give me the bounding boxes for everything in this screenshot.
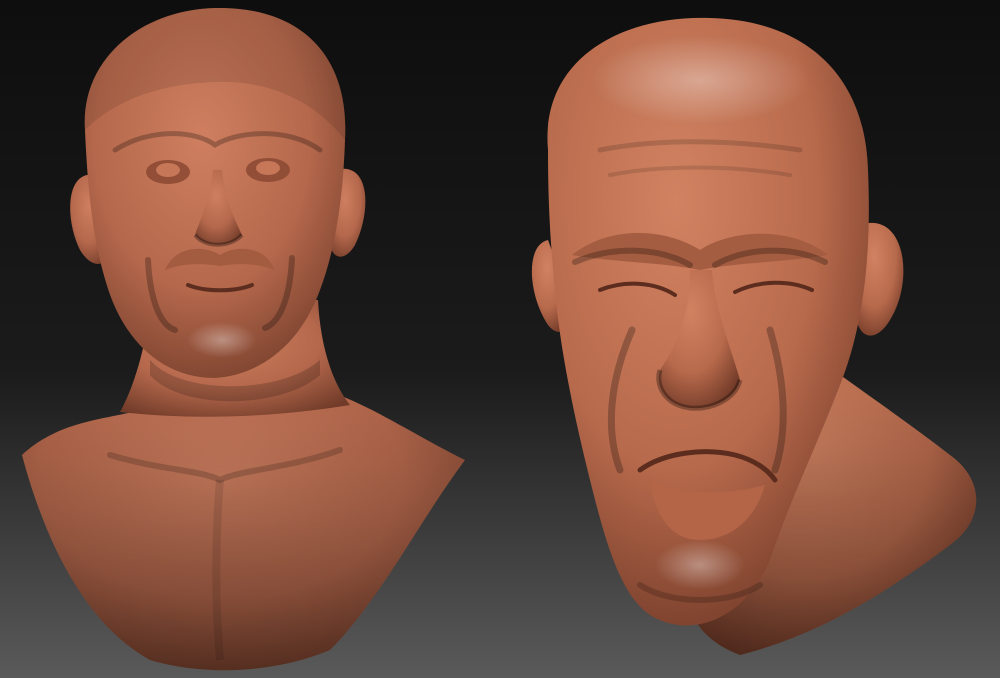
sculpt-viewport[interactable]	[0, 0, 1000, 678]
sculpt-render	[0, 0, 1000, 678]
